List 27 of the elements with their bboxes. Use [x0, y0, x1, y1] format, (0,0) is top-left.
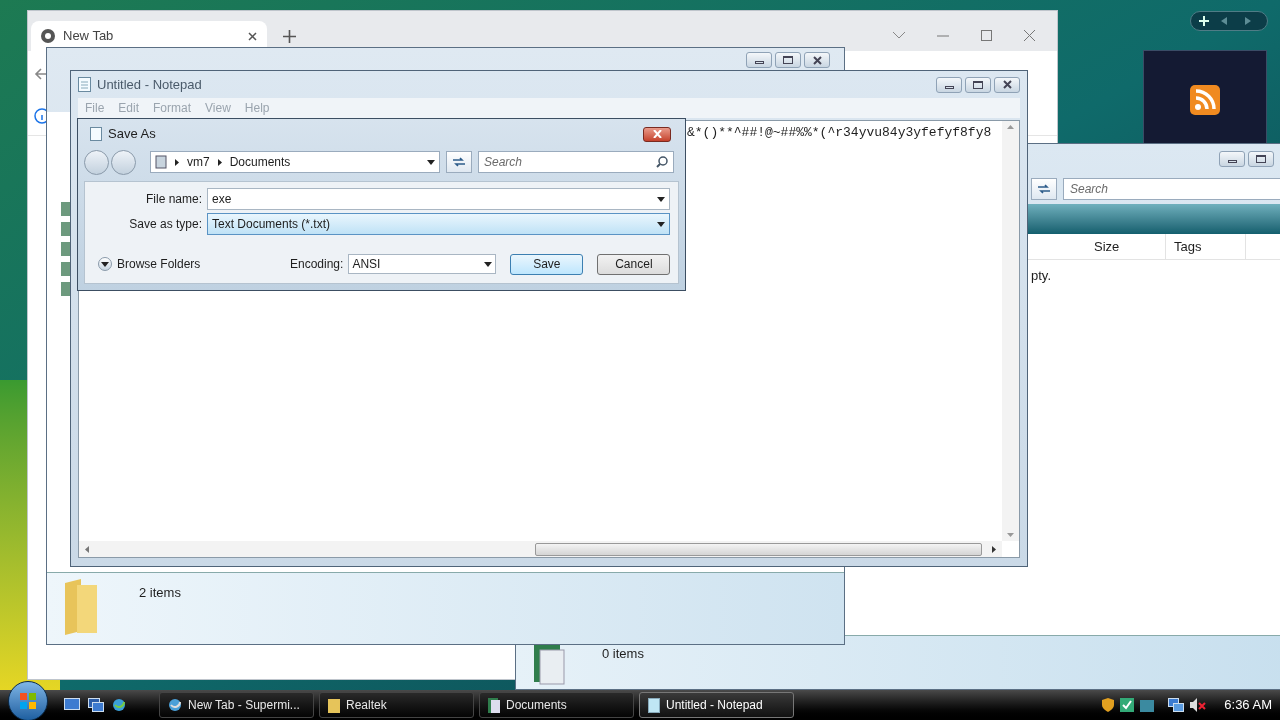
breadcrumb-item[interactable]: vm7	[187, 153, 210, 171]
search-field[interactable]: Search	[1063, 178, 1280, 200]
dialog-button[interactable]: Cancel	[597, 253, 671, 275]
column-header[interactable]: Size	[1086, 234, 1166, 259]
taskbar-button[interactable]: Untitled - Notepad	[639, 692, 794, 718]
breadcrumb-item[interactable]: Documents	[229, 153, 291, 171]
encoding-dropdown[interactable]: ANSI	[348, 254, 497, 274]
dialog-button[interactable]: Save	[510, 253, 584, 275]
field-label: Save as type:	[128, 216, 203, 233]
empty-message: pty.	[1031, 268, 1051, 283]
browse-folders-toggle[interactable]: Browse Folders	[98, 255, 288, 273]
document-text: &*()**^##!@~##%%*(^r34yvu84y3yfefyf8fy8	[687, 125, 992, 140]
column-header[interactable]: Tags	[1166, 234, 1246, 259]
dropdown-field[interactable]: Text Documents (*.txt)	[207, 213, 670, 235]
taskbar-button[interactable]: New Tab - Supermi...	[159, 692, 314, 718]
field-label: File name:	[144, 191, 203, 208]
taskbar-button[interactable]: Realtek	[319, 692, 474, 718]
search-field[interactable]: Search	[478, 151, 674, 173]
address-bar[interactable]: vm7 Documents	[150, 151, 440, 173]
taskbar-button[interactable]: Documents	[479, 692, 634, 718]
clock[interactable]: 6:36 AM	[1224, 695, 1272, 715]
window-title: Untitled - Notepad	[97, 75, 203, 94]
dialog-title: Save As	[108, 125, 157, 144]
item-count: 0 items	[602, 645, 644, 663]
item-count: 2 items	[139, 584, 181, 602]
encoding-label: Encoding:	[290, 256, 344, 273]
dropdown-field[interactable]: exe	[207, 188, 670, 210]
